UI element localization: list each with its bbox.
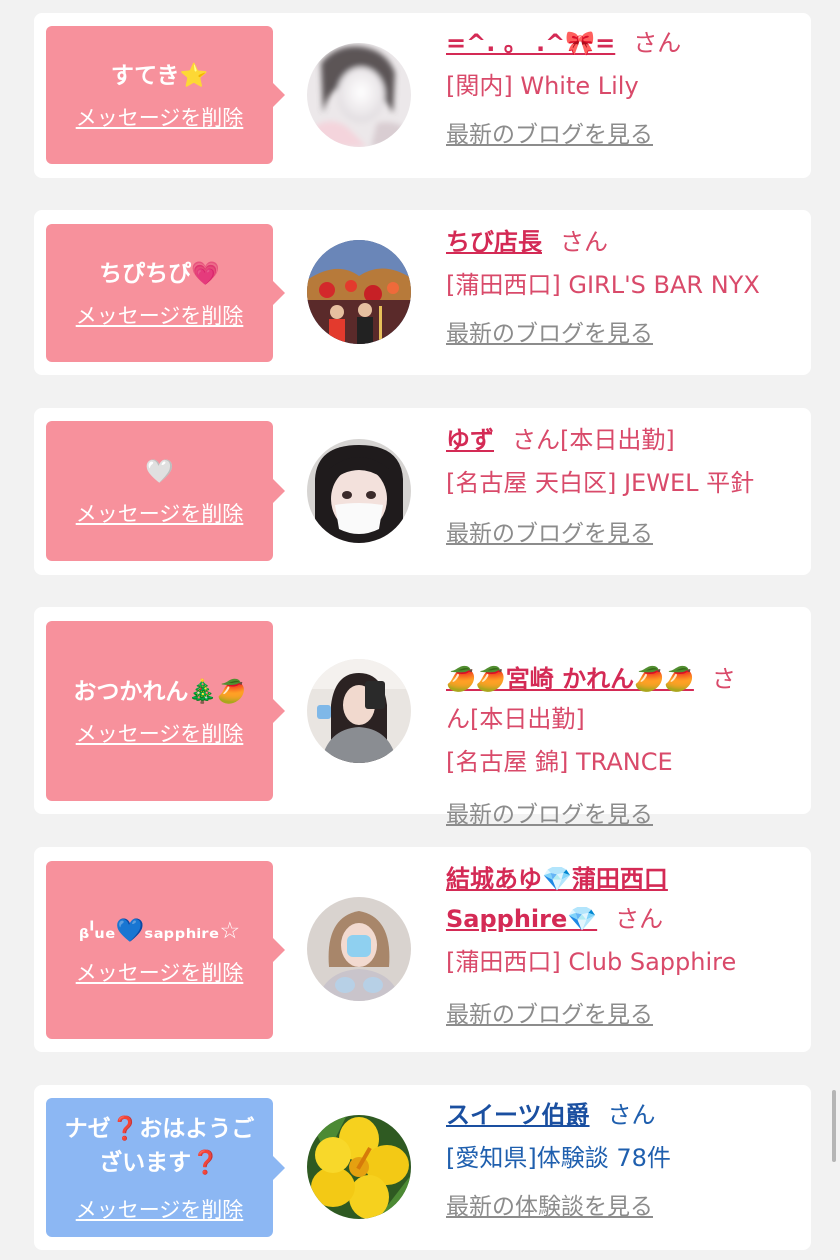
latest-blog-link[interactable]: 最新のブログを見る: [446, 115, 653, 149]
avatar[interactable]: [307, 439, 411, 543]
latest-blog-link[interactable]: 最新のブログを見る: [446, 795, 653, 829]
festival-stage-photo-icon: [307, 240, 411, 344]
message-bubble: ᵦˡᵤₑ💙ₛₐₚₚₕᵢᵣₑ☆ メッセージを削除: [46, 861, 285, 1039]
cast-name-link[interactable]: =^. 。 .^🎀=: [446, 29, 615, 57]
masked-girl-photo-icon: [307, 439, 411, 543]
message-text: ᵦˡᵤₑ💙ₛₐₚₚₕᵢᵣₑ☆: [78, 918, 241, 944]
message-bubble: ちぴちぴ💗 メッセージを削除: [46, 224, 285, 362]
shop-name: [蒲田西口] GIRL'S BAR NYX: [446, 271, 760, 299]
message-text: ナゼ❓おはようご ざいます❓: [64, 1115, 255, 1176]
message-list: すてき⭐ メッセージを削除 =^. 。 .^🎀= さん [関内] White L…: [0, 0, 840, 1260]
cast-info: スイーツ伯爵 さん [愛知県]体験談 78件 最新の体験談を見る: [446, 1095, 802, 1221]
cast-name-link-line1[interactable]: 結城あゆ💎蒲田西口: [446, 865, 668, 893]
message-card: ちぴちぴ💗 メッセージを削除 ちび店長 さん [蒲田西口] GIRL'S BAR…: [34, 210, 811, 375]
shop-name: [関内] White Lily: [446, 72, 639, 100]
scrollbar[interactable]: [832, 1090, 836, 1162]
honorific: さん: [615, 905, 664, 933]
cast-name-link[interactable]: 🥭🥭宮崎 かれん🥭🥭: [446, 665, 694, 693]
cast-info: ゆず さん[本日出勤] [名古屋 天白区] JEWEL 平針 最新のブログを見る: [446, 420, 802, 548]
blurred-face-photo-icon: [307, 43, 411, 147]
message-text: すてき⭐: [110, 63, 209, 89]
mirror-selfie-photo-icon: [307, 659, 411, 763]
message-card: おつかれん🎄🥭 メッセージを削除 🥭🥭宮崎 かれん🥭🥭 さ ん[本日出勤] [名古…: [34, 607, 811, 828]
avatar[interactable]: [307, 897, 411, 1001]
delete-message-link[interactable]: メッセージを削除: [76, 718, 244, 748]
cast-info: 🥭🥭宮崎 かれん🥭🥭 さ ん[本日出勤] [名古屋 錦] TRANCE 最新のブロ…: [446, 619, 806, 829]
delete-message-link[interactable]: メッセージを削除: [76, 300, 244, 330]
shop-name: [名古屋 錦] TRANCE: [446, 748, 673, 776]
honorific: さん: [560, 228, 608, 256]
shop-name: [蒲田西口] Club Sapphire: [446, 948, 737, 976]
shop-name: [名古屋 天白区] JEWEL 平針: [446, 469, 755, 497]
latest-blog-link[interactable]: 最新のブログを見る: [446, 995, 653, 1029]
cast-info: 結城あゆ💎蒲田西口 Sapphire💎 さん [蒲田西口] Club Sapphi…: [446, 859, 802, 1029]
message-bubble: 🤍 メッセージを削除: [46, 421, 285, 561]
honorific: さん: [607, 1101, 656, 1129]
delete-message-link[interactable]: メッセージを削除: [76, 498, 244, 528]
portrait-photo-icon: [307, 897, 411, 1001]
latest-blog-link[interactable]: 最新のブログを見る: [446, 314, 653, 348]
message-text: おつかれん🎄🥭: [73, 679, 246, 705]
cast-info: =^. 。 .^🎀= さん [関内] White Lily 最新のブログを見る: [446, 23, 802, 149]
delete-message-link[interactable]: メッセージを削除: [76, 1194, 244, 1224]
avatar[interactable]: [307, 659, 411, 763]
honorific: さん[本日出勤]: [512, 426, 675, 454]
cast-name-link[interactable]: ゆず: [446, 426, 494, 454]
message-card: すてき⭐ メッセージを削除 =^. 。 .^🎀= さん [関内] White L…: [34, 13, 811, 178]
cast-info: ちび店長 さん [蒲田西口] GIRL'S BAR NYX 最新のブログを見る: [446, 222, 802, 348]
message-card: ナゼ❓おはようご ざいます❓ メッセージを削除 スイーツ伯爵 さん [愛知県]体験…: [34, 1085, 811, 1250]
honorific: さん: [633, 29, 682, 57]
message-bubble: おつかれん🎄🥭 メッセージを削除: [46, 621, 285, 801]
review-count: [愛知県]体験談 78件: [446, 1144, 671, 1172]
cast-name-link[interactable]: ちび店長: [446, 228, 542, 256]
message-bubble: すてき⭐ メッセージを削除: [46, 26, 285, 164]
delete-message-link[interactable]: メッセージを削除: [76, 102, 244, 132]
reviewer-name-link[interactable]: スイーツ伯爵: [446, 1101, 590, 1129]
cast-name-link-line2[interactable]: Sapphire💎: [446, 905, 597, 933]
avatar[interactable]: [307, 43, 411, 147]
message-card: 🤍 メッセージを削除 ゆず さん[本日出勤] [名古屋 天白区] JEWEL 平針…: [34, 408, 811, 575]
message-text: ちぴちぴ💗: [99, 261, 220, 287]
delete-message-link[interactable]: メッセージを削除: [76, 957, 244, 987]
latest-review-link[interactable]: 最新の体験談を見る: [446, 1187, 653, 1221]
message-text: 🤍: [145, 459, 174, 485]
latest-blog-link[interactable]: 最新のブログを見る: [446, 514, 653, 548]
message-bubble: ナゼ❓おはようご ざいます❓ メッセージを削除: [46, 1098, 285, 1237]
avatar[interactable]: [307, 1115, 411, 1219]
message-card: ᵦˡᵤₑ💙ₛₐₚₚₕᵢᵣₑ☆ メッセージを削除 結城あゆ💎蒲田西口 Sapphi…: [34, 847, 811, 1052]
yellow-hibiscus-photo-icon: [307, 1115, 411, 1219]
avatar[interactable]: [307, 240, 411, 344]
